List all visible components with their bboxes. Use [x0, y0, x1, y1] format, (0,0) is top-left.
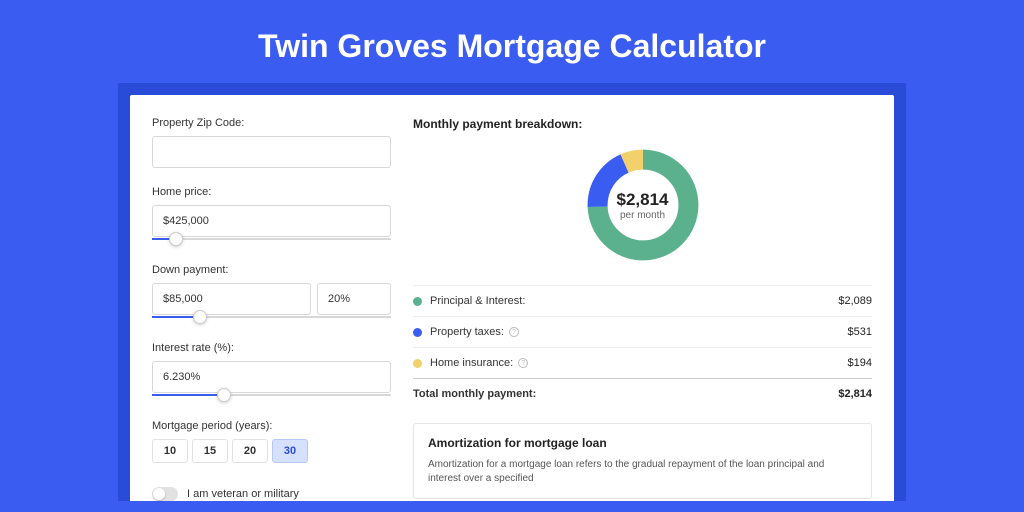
rate-label: Interest rate (%):	[152, 342, 391, 354]
legend-dot-icon	[413, 328, 422, 337]
period-btn-30[interactable]: 30	[272, 439, 308, 463]
info-icon[interactable]: ?	[509, 327, 519, 337]
zip-input[interactable]	[152, 136, 391, 168]
legend-label: Home insurance:?	[430, 357, 848, 369]
legend-value: $2,089	[838, 295, 872, 307]
legend-dot-icon	[413, 359, 422, 368]
down-slider[interactable]	[152, 314, 391, 332]
form-column: Property Zip Code: Home price: Down paym…	[152, 117, 391, 501]
donut-center-value: $2,814	[617, 190, 669, 210]
calculator-card: Property Zip Code: Home price: Down paym…	[130, 95, 894, 501]
slider-thumb[interactable]	[217, 388, 231, 402]
price-label: Home price:	[152, 186, 391, 198]
period-btn-15[interactable]: 15	[192, 439, 228, 463]
breakdown-title: Monthly payment breakdown:	[413, 117, 872, 131]
results-column: Monthly payment breakdown: $2,814 per mo…	[413, 117, 872, 501]
slider-thumb[interactable]	[193, 310, 207, 324]
legend: Principal & Interest: $2,089 Property ta…	[413, 285, 872, 409]
legend-row-taxes: Property taxes:? $531	[413, 316, 872, 347]
period-btn-10[interactable]: 10	[152, 439, 188, 463]
price-input[interactable]	[152, 205, 391, 237]
legend-row-principal: Principal & Interest: $2,089	[413, 285, 872, 316]
legend-dot-icon	[413, 297, 422, 306]
zip-label: Property Zip Code:	[152, 117, 391, 129]
legend-label: Principal & Interest:	[430, 295, 838, 307]
veteran-toggle[interactable]	[152, 487, 178, 501]
down-pct-input[interactable]	[317, 283, 391, 315]
legend-value: $531	[848, 326, 872, 338]
period-label: Mortgage period (years):	[152, 420, 391, 432]
amortization-text: Amortization for a mortgage loan refers …	[428, 458, 857, 486]
rate-input[interactable]	[152, 361, 391, 393]
card-shadow: Property Zip Code: Home price: Down paym…	[118, 83, 906, 501]
amortization-title: Amortization for mortgage loan	[428, 436, 857, 450]
veteran-label: I am veteran or military	[187, 488, 299, 500]
legend-label: Property taxes:?	[430, 326, 848, 338]
total-value: $2,814	[838, 388, 872, 400]
donut-center-sub: per month	[620, 210, 665, 221]
legend-value: $194	[848, 357, 872, 369]
total-label: Total monthly payment:	[413, 388, 838, 400]
down-amount-input[interactable]	[152, 283, 311, 315]
price-slider[interactable]	[152, 236, 391, 254]
legend-row-total: Total monthly payment: $2,814	[413, 378, 872, 409]
toggle-knob	[153, 488, 165, 500]
info-icon[interactable]: ?	[518, 358, 528, 368]
page-title: Twin Groves Mortgage Calculator	[0, 0, 1024, 83]
slider-thumb[interactable]	[169, 232, 183, 246]
period-btn-20[interactable]: 20	[232, 439, 268, 463]
period-button-group: 10 15 20 30	[152, 439, 391, 463]
legend-row-insurance: Home insurance:? $194	[413, 347, 872, 378]
down-label: Down payment:	[152, 264, 391, 276]
payment-donut-chart: $2,814 per month	[583, 145, 703, 265]
amortization-section: Amortization for mortgage loan Amortizat…	[413, 423, 872, 499]
rate-slider[interactable]	[152, 392, 391, 410]
